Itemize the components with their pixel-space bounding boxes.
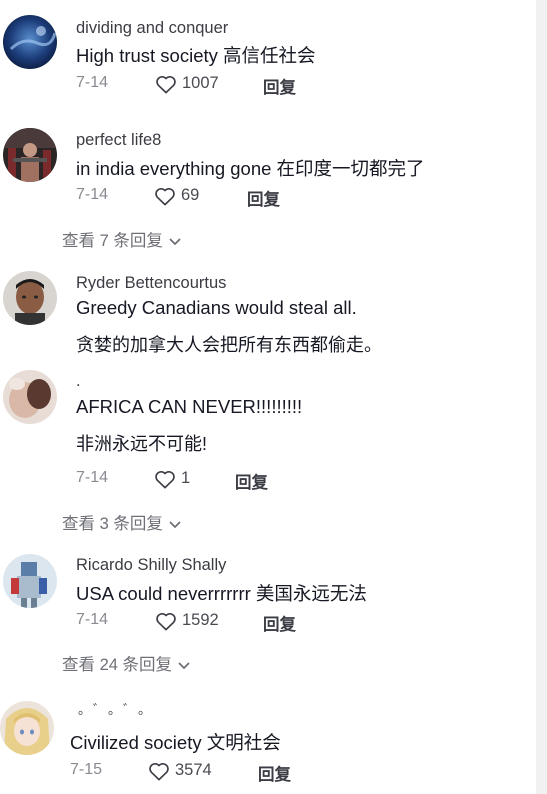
like-count: 1007 — [182, 74, 219, 92]
view-replies-label: 查看 7 条回复 — [62, 232, 163, 250]
view-replies-button[interactable]: 查看 7 条回复 — [62, 227, 181, 251]
like-count: 1592 — [182, 611, 219, 629]
scroll-edge — [536, 0, 547, 794]
comment-text: USA could neverrrrrrr 美国永远无法 — [76, 583, 367, 604]
comment-text: Civilized society 文明社会 — [70, 732, 281, 753]
comment-username[interactable]: Ryder Bettencourtus — [76, 274, 226, 293]
comment-username[interactable]: dividing and conquer — [76, 19, 228, 38]
reply-button[interactable]: 回复 — [235, 469, 268, 493]
view-replies-button[interactable]: 查看 24 条回复 — [62, 651, 190, 675]
avatar[interactable] — [3, 128, 57, 182]
comment-date: 7-14 — [76, 611, 109, 628]
heart-outline-icon[interactable] — [148, 761, 170, 781]
like-count: 1 — [181, 469, 191, 487]
view-replies-label: 查看 3 条回复 — [62, 515, 163, 533]
comment-translation: 贪婪的加拿大人会把所有东西都偷走。 — [76, 335, 382, 355]
reply-button[interactable]: 回复 — [258, 761, 291, 785]
comment-date: 7-14 — [76, 186, 109, 203]
reply-button[interactable]: 回复 — [263, 74, 296, 98]
comment-text: in india everything gone 在印度一切都完了 — [76, 158, 425, 179]
chevron-down-icon — [169, 521, 181, 529]
comment-text: Greedy Canadians would steal all. — [76, 297, 357, 318]
comment-text: AFRICA CAN NEVER!!!!!!!!! — [76, 396, 303, 417]
comment-username[interactable]: perfect life8 — [76, 131, 161, 150]
avatar[interactable] — [3, 15, 57, 69]
avatar[interactable] — [3, 370, 57, 424]
avatar[interactable] — [0, 701, 54, 755]
comment-date: 7-15 — [70, 761, 103, 778]
avatar[interactable] — [3, 554, 57, 608]
heart-outline-icon[interactable] — [154, 186, 176, 206]
view-replies-button[interactable]: 查看 3 条回复 — [62, 510, 181, 534]
chevron-down-icon — [169, 238, 181, 246]
comment-username[interactable]: . — [76, 372, 81, 391]
heart-outline-icon[interactable] — [155, 611, 177, 631]
like-count: 3574 — [175, 761, 212, 779]
heart-outline-icon[interactable] — [154, 469, 176, 489]
chevron-down-icon — [178, 662, 190, 670]
reply-button[interactable]: 回复 — [247, 186, 280, 210]
comment-username[interactable]: 。゛。゛。 — [78, 699, 153, 718]
comment-username[interactable]: Ricardo Shilly Shally — [76, 556, 226, 575]
comment-date: 7-14 — [76, 469, 109, 486]
like-count: 69 — [181, 186, 200, 204]
avatar[interactable] — [3, 271, 57, 325]
comment-translation: 非洲永远不可能! — [76, 434, 208, 454]
reply-button[interactable]: 回复 — [263, 611, 296, 635]
comment-date: 7-14 — [76, 74, 109, 91]
view-replies-label: 查看 24 条回复 — [62, 656, 173, 674]
comment-text: High trust society 高信任社会 — [76, 45, 316, 66]
heart-outline-icon[interactable] — [155, 74, 177, 94]
